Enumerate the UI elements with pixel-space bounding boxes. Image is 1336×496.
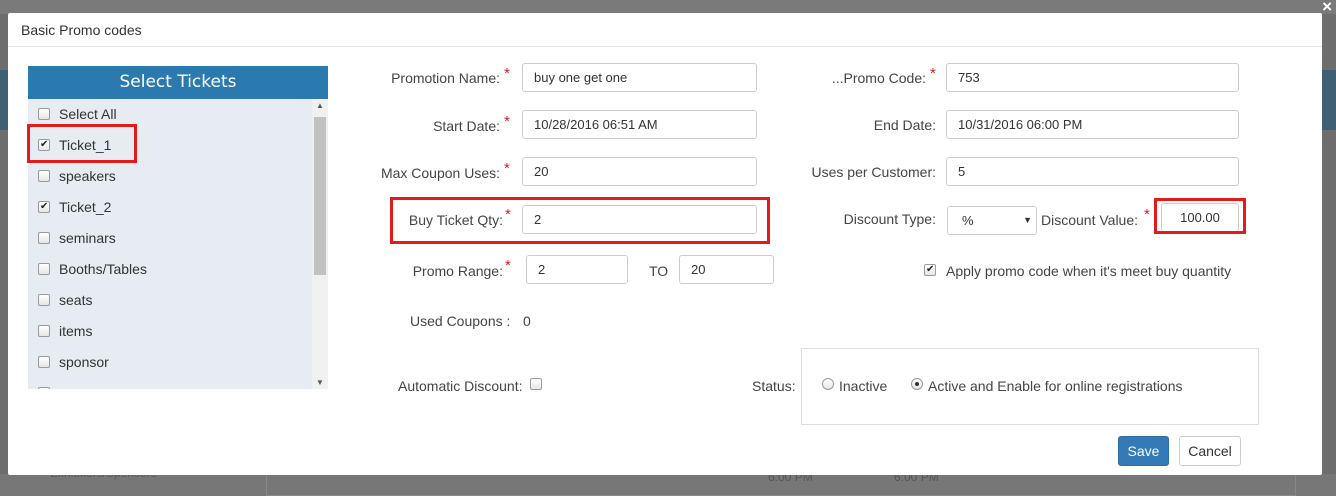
- highlight-box: [1154, 198, 1246, 234]
- ticket-item-partial[interactable]: [28, 378, 312, 389]
- start-date-label: Start Date:: [433, 118, 500, 134]
- promo-range-label: Promo Range:: [412, 263, 503, 279]
- apply-promo-label: Apply promo code when it's meet buy quan…: [946, 263, 1232, 279]
- end-date-input[interactable]: 10/31/2016 06:00 PM: [946, 110, 1239, 139]
- ticket-checkbox[interactable]: [38, 263, 50, 275]
- ticket-label: Ticket_2: [59, 199, 112, 215]
- close-icon[interactable]: ×: [1322, 0, 1332, 17]
- promotion-name-input[interactable]: buy one get one: [522, 63, 757, 92]
- max-coupon-uses-input[interactable]: 20: [522, 157, 757, 186]
- background-header: [0, 0, 1336, 14]
- uses-per-customer-label: Uses per Customer:: [811, 164, 936, 180]
- ticket-selector-title: Select Tickets: [28, 66, 328, 99]
- ticket-selector: Select Tickets Select All Ticket_1 speak…: [28, 66, 328, 389]
- highlight-box: [27, 124, 137, 163]
- status-inactive-label: Inactive: [839, 378, 888, 394]
- end-date-label: End Date:: [873, 117, 936, 133]
- status-active-radio[interactable]: [911, 378, 923, 390]
- status-inactive-radio[interactable]: [822, 378, 834, 390]
- uses-per-customer-input[interactable]: 5: [946, 157, 1239, 186]
- discount-type-select[interactable]: % ▼: [947, 206, 1037, 235]
- discount-type-label: Discount Type:: [843, 211, 936, 227]
- promo-code-label: ...Promo Code:: [831, 70, 926, 86]
- ticket-label: seminars: [59, 230, 116, 246]
- required-marker: *: [505, 257, 511, 274]
- ticket-label: Select All: [59, 106, 117, 122]
- cancel-button[interactable]: Cancel: [1179, 436, 1241, 466]
- ticket-checkbox[interactable]: [38, 356, 50, 368]
- ticket-checkbox[interactable]: [38, 170, 50, 182]
- status-active-label: Active and Enable for online registratio…: [928, 378, 1183, 394]
- ticket-label: speakers: [59, 168, 116, 184]
- highlight-box: [390, 197, 770, 244]
- ticket-item-seminars[interactable]: seminars: [28, 223, 312, 254]
- ticket-checkbox[interactable]: [38, 325, 50, 337]
- ticket-checkbox[interactable]: [38, 198, 50, 216]
- promo-range-from-input[interactable]: 2: [526, 255, 628, 284]
- required-marker: *: [1144, 206, 1150, 223]
- modal-title: Basic Promo codes: [8, 13, 1322, 47]
- ticket-label: sponsor: [59, 354, 109, 370]
- required-marker: *: [504, 160, 510, 177]
- discount-type-value: %: [962, 213, 974, 228]
- ticket-checkbox[interactable]: [38, 387, 50, 389]
- ticket-list-scrollbar[interactable]: ▲ ▼: [312, 99, 328, 389]
- ticket-item-seats[interactable]: seats: [28, 285, 312, 316]
- automatic-discount-checkbox[interactable]: [530, 378, 542, 390]
- status-label: Status:: [752, 378, 796, 394]
- used-coupons-value: 0: [523, 313, 531, 329]
- ticket-label: items: [59, 323, 93, 339]
- scroll-down-icon[interactable]: ▼: [312, 378, 328, 387]
- scrollbar-thumb[interactable]: [314, 117, 326, 275]
- ticket-item-booths-tables[interactable]: Booths/Tables: [28, 254, 312, 285]
- required-marker: *: [504, 65, 510, 82]
- automatic-discount-label: Automatic Discount:: [398, 378, 523, 394]
- save-button[interactable]: Save: [1118, 436, 1169, 466]
- ticket-label: seats: [59, 292, 93, 308]
- discount-value-label: Discount Value:: [1041, 212, 1139, 228]
- used-coupons-label: Used Coupons :: [410, 313, 511, 329]
- promotion-name-label: Promotion Name:: [391, 70, 500, 86]
- apply-promo-checkbox[interactable]: [924, 261, 936, 279]
- required-marker: *: [504, 113, 510, 130]
- max-coupon-uses-label: Max Coupon Uses:: [380, 165, 500, 181]
- promo-code-input[interactable]: 753: [946, 63, 1239, 92]
- ticket-checkbox[interactable]: [38, 232, 50, 244]
- ticket-item-ticket-2[interactable]: Ticket_2: [28, 192, 312, 223]
- ticket-item-speakers[interactable]: speakers: [28, 161, 312, 192]
- promo-range-to-label: TO: [649, 263, 669, 279]
- required-marker: *: [930, 65, 936, 82]
- ticket-item-items[interactable]: items: [28, 316, 312, 347]
- start-date-input[interactable]: 10/28/2016 06:51 AM: [522, 110, 757, 139]
- promo-range-to-input[interactable]: 20: [679, 255, 774, 284]
- ticket-checkbox[interactable]: [38, 294, 50, 306]
- promo-code-modal: Basic Promo codes Select Tickets Select …: [8, 13, 1322, 475]
- ticket-item-sponsor[interactable]: sponsor: [28, 347, 312, 378]
- chevron-down-icon: ▼: [1023, 215, 1032, 225]
- ticket-label: Booths/Tables: [59, 261, 147, 277]
- scroll-up-icon[interactable]: ▲: [312, 101, 328, 110]
- ticket-checkbox[interactable]: [38, 108, 50, 120]
